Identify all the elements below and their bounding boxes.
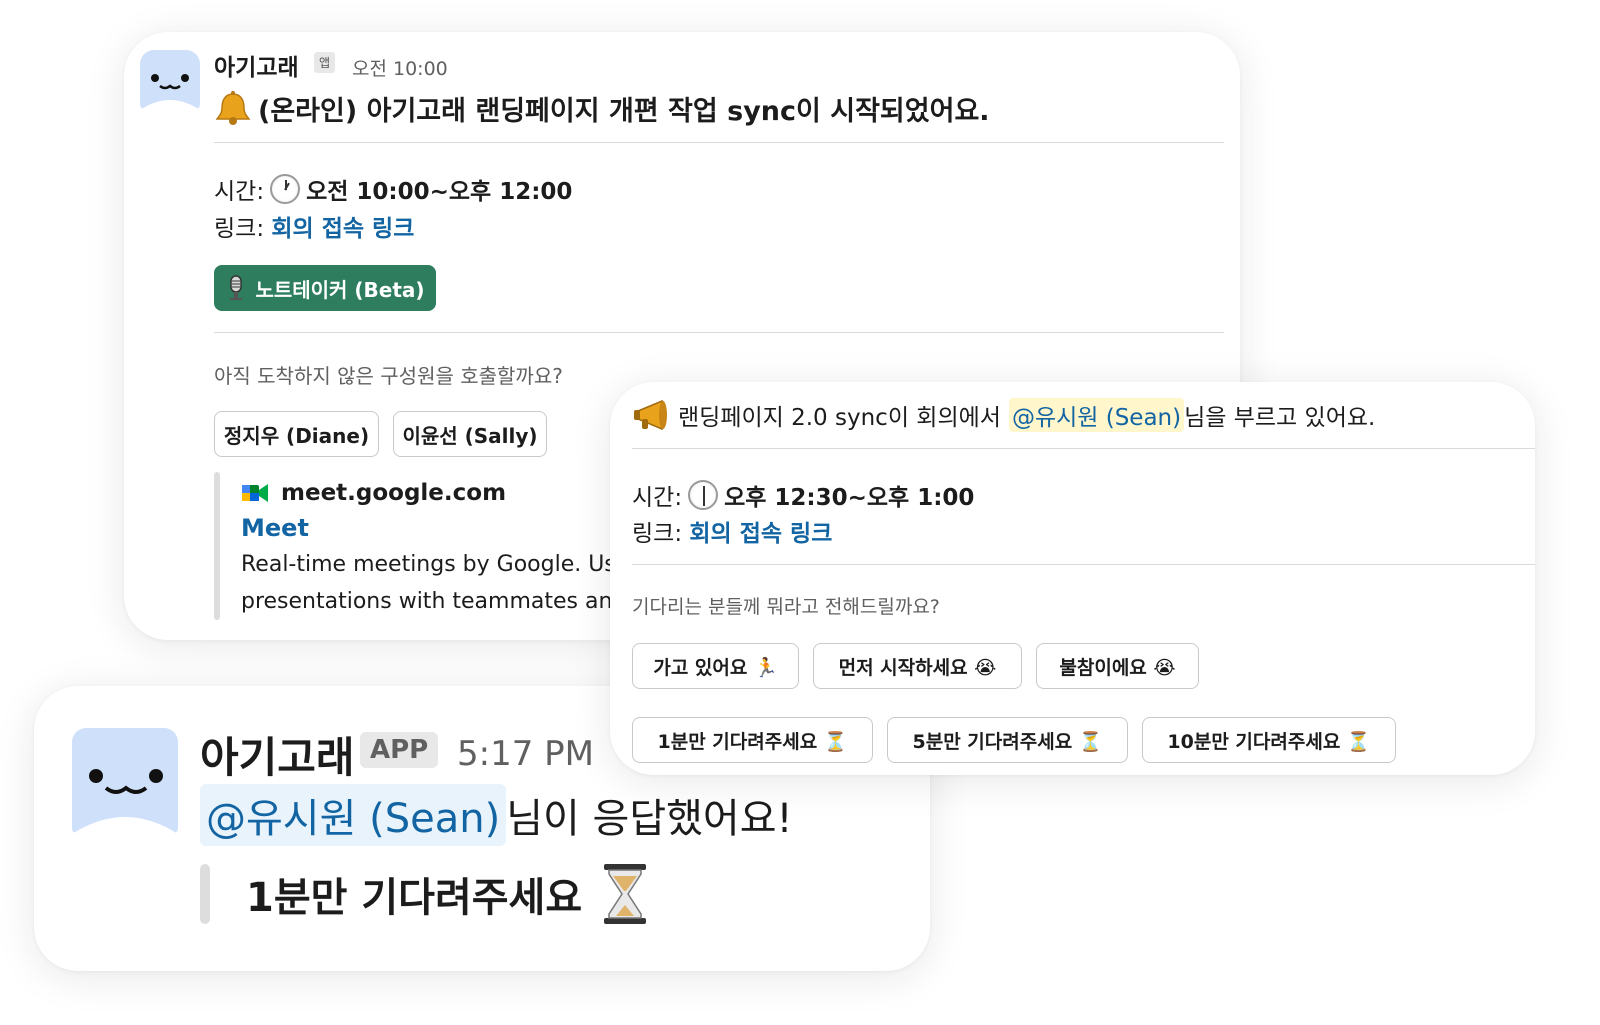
clock-icon [688,480,719,510]
message-card-call: 랜딩페이지 2.0 sync이 회의에서 @유시원 (Sean) 님을 부르고 … [610,382,1535,775]
reply-wait-10min-button[interactable]: 10분만 기다려주세요 ⏳ [1142,717,1396,763]
link-label: 링크: [214,216,265,242]
call-member-button[interactable]: 이윤선 (Sally) [393,411,547,457]
divider [632,564,1535,565]
microphone-icon [230,275,243,300]
preview-description: presentations with teammates an [241,589,613,614]
reply-wait-1min-button[interactable]: 1분만 기다려주세요 ⏳ [632,717,873,763]
user-mention[interactable]: @유시원 (Sean) [200,784,507,846]
meeting-link[interactable]: 회의 접속 링크 [689,521,832,547]
whale-face-icon [72,769,178,834]
timestamp[interactable]: 오전 10:00 [352,54,448,81]
divider [214,332,1224,333]
clock-icon [270,174,301,204]
response-line: @유시원 (Sean) 님이 응답했어요! [200,784,793,846]
reply-on-my-way-button[interactable]: 가고 있어요 🏃 [632,643,799,689]
bot-name[interactable]: 아기고래 [200,724,355,785]
time-label: 시간: [632,485,683,511]
bell-icon [215,91,251,125]
avatar[interactable] [140,50,200,110]
headline-row: (온라인) 아기고래 랜딩페이지 개편 작업 sync이 시작되었어요. [214,90,990,127]
time-label: 시간: [214,179,265,205]
link-row: 링크: 회의 접속 링크 [214,209,414,243]
divider [214,142,1224,143]
preview-description: Real-time meetings by Google. Us [241,552,616,577]
app-badge: 앱 [314,52,336,73]
time-row: 시간: 오후 12:30~오후 1:00 [632,476,974,514]
reply-prompt: 기다리는 분들께 뭐라고 전해드릴까요? [632,596,940,618]
user-mention[interactable]: @유시원 (Sean) [1008,398,1185,432]
link-row: 링크: 회의 접속 링크 [632,514,832,548]
link-label: 링크: [632,521,683,547]
quote-bar [200,864,210,924]
response-suffix: 님이 응답했어요! [506,796,793,842]
preview-bar [214,472,220,620]
quote-row: 1분만 기다려주세요 [246,862,650,926]
avatar[interactable] [72,728,178,834]
time-value: 오전 10:00~오후 12:00 [306,179,573,205]
preview-header: meet.google.com [241,478,506,508]
call-suffix: 님을 부르고 있어요. [1184,405,1376,431]
quote-text: 1분만 기다려주세요 [246,875,583,921]
call-prefix: 랜딩페이지 2.0 sync이 회의에서 [678,405,1001,431]
notetaker-button[interactable]: 노트테이커 (Beta) [214,265,436,311]
call-member-button[interactable]: 정지우 (Diane) [214,411,379,457]
google-meet-icon [242,484,268,502]
reply-start-first-button[interactable]: 먼저 시작하세요 😭 [813,643,1022,689]
divider [632,448,1535,449]
preview-domain[interactable]: meet.google.com [281,480,506,506]
preview-title[interactable]: Meet [241,514,309,542]
call-prompt: 아직 도착하지 않은 구성원을 호출할까요? [214,364,563,388]
notetaker-label: 노트테이커 (Beta) [255,277,425,302]
call-headline: 랜딩페이지 2.0 sync이 회의에서 @유시원 (Sean) 님을 부르고 … [632,398,1375,432]
time-value: 오후 12:30~오후 1:00 [724,485,975,511]
bot-name[interactable]: 아기고래 [214,48,299,82]
reply-absent-button[interactable]: 불참이에요 😭 [1036,643,1199,689]
headline: (온라인) 아기고래 랜딩페이지 개편 작업 sync이 시작되었어요. [258,95,990,127]
time-row: 시간: 오전 10:00~오후 12:00 [214,170,572,208]
megaphone-icon [634,399,667,431]
app-badge: APP [360,732,439,768]
hourglass-icon [604,864,647,924]
timestamp[interactable]: 5:17 PM [457,734,594,774]
whale-face-icon [140,74,200,110]
meeting-link[interactable]: 회의 접속 링크 [271,216,414,242]
reply-wait-5min-button[interactable]: 5분만 기다려주세요 ⏳ [887,717,1128,763]
